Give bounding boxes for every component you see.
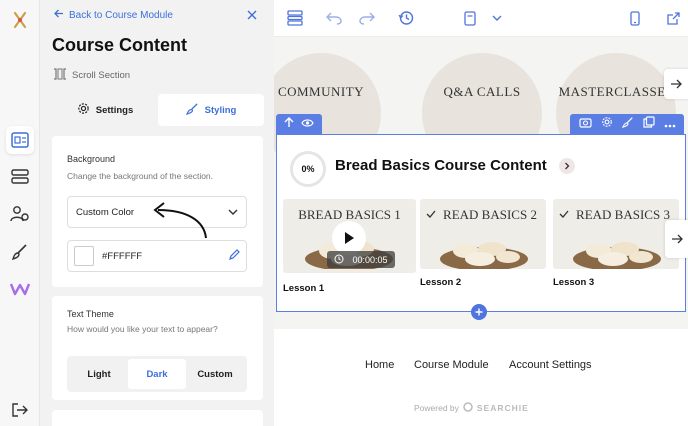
settings-panel: Back to Course Module Course Content Scr… <box>40 0 274 426</box>
brush-icon[interactable] <box>6 238 34 266</box>
tab-settings[interactable]: Settings <box>52 94 158 126</box>
brand-w-icon[interactable] <box>6 275 34 303</box>
back-link[interactable]: Back to Course Module <box>54 9 173 21</box>
panel-title: Course Content <box>52 35 187 55</box>
redo-icon[interactable] <box>358 9 376 27</box>
close-icon[interactable] <box>246 8 260 22</box>
duration-badge: 00:00:05 <box>327 251 395 268</box>
theme-custom-option[interactable]: Custom <box>186 359 244 389</box>
gear-icon <box>77 102 90 118</box>
page-icon[interactable] <box>461 9 479 27</box>
thumbnail-title: READ BASICS 3 <box>576 207 670 222</box>
logout-icon[interactable] <box>6 396 34 424</box>
mobile-preview-icon[interactable] <box>626 9 644 27</box>
background-card: Background Change the background of the … <box>52 136 263 287</box>
section-title: Bread Basics Course Content <box>335 157 547 174</box>
text-theme-label: Text Theme <box>67 309 114 319</box>
tab-styling-label: Styling <box>204 104 237 116</box>
page-footer: Home Course Module Account Settings Powe… <box>274 329 688 426</box>
left-rail <box>0 0 40 426</box>
chevron-down-icon[interactable] <box>488 9 506 27</box>
page-layout-icon[interactable] <box>6 126 34 154</box>
layers-icon[interactable] <box>286 9 304 27</box>
back-link-label: Back to Course Module <box>69 9 173 21</box>
footer-link-account-settings[interactable]: Account Settings <box>509 359 592 371</box>
tab-styling[interactable]: Styling <box>158 94 264 126</box>
chevron-down-icon <box>228 207 238 218</box>
footer-link-course-module[interactable]: Course Module <box>414 359 489 371</box>
footer-link-home[interactable]: Home <box>365 359 394 371</box>
color-value[interactable]: #FFFFFF <box>102 251 220 262</box>
app-logo-icon[interactable] <box>6 6 34 34</box>
brush-icon[interactable] <box>621 115 634 133</box>
progress-ring: 0% <box>290 151 326 187</box>
chevron-right-icon[interactable] <box>559 158 575 174</box>
clock-icon <box>334 254 344 266</box>
panel-tabs: Settings Styling <box>52 94 264 126</box>
course-content-section[interactable]: 0% Bread Basics Course Content BREAD BAS… <box>276 134 688 312</box>
duplicate-icon[interactable] <box>642 115 655 133</box>
gear-icon[interactable] <box>601 115 613 133</box>
lesson-card[interactable]: READ BASICS 3 Lesson 3 <box>553 199 679 288</box>
arrow-left-icon <box>54 9 64 21</box>
section-selection-bar <box>274 114 686 134</box>
lesson-title: Lesson 1 <box>283 283 325 294</box>
editor-area: COMMUNITY Q&A CALLS MASTERCLASSES 0% Bre… <box>274 0 688 426</box>
color-field[interactable]: #FFFFFF <box>67 240 247 272</box>
play-button[interactable] <box>332 221 366 255</box>
lesson-card[interactable]: READ BASICS 2 Lesson 2 <box>420 199 546 288</box>
next-card <box>52 410 263 426</box>
theme-dark-option[interactable]: Dark <box>128 359 186 389</box>
arrow-up-icon[interactable] <box>284 115 294 133</box>
text-theme-card: Text Theme How would you like your text … <box>52 296 263 400</box>
duration-text: 00:00:05 <box>352 254 388 265</box>
editor-toolbar <box>274 0 688 37</box>
theme-light-option[interactable]: Light <box>70 359 128 389</box>
background-select-value: Custom Color <box>76 206 135 218</box>
undo-icon[interactable] <box>325 9 343 27</box>
eye-icon[interactable] <box>301 115 314 133</box>
pointer-arrow-icon <box>153 202 207 239</box>
brush-icon <box>185 102 199 118</box>
lesson-card[interactable]: BREAD BASICS 1 00:00:05 Lesson 1 <box>283 199 416 294</box>
powered-by-brand: SEARCHIE <box>476 403 529 413</box>
carousel-next-button[interactable] <box>664 69 688 99</box>
text-theme-hint: How would you like your text to appear? <box>67 324 218 334</box>
tab-settings-label: Settings <box>95 104 134 116</box>
sections-icon[interactable] <box>6 163 34 191</box>
background-label: Background <box>67 154 116 164</box>
searchie-logo-icon <box>463 402 473 414</box>
page-canvas: COMMUNITY Q&A CALLS MASTERCLASSES 0% Bre… <box>274 37 688 426</box>
section-left-tools <box>276 114 322 134</box>
history-icon[interactable] <box>397 9 415 27</box>
lesson-thumbnail[interactable]: READ BASICS 2 <box>420 199 546 269</box>
powered-by: Powered by SEARCHIE <box>414 402 529 414</box>
pencil-icon[interactable] <box>228 248 240 264</box>
external-link-icon[interactable] <box>664 9 682 27</box>
section-right-tools <box>570 114 684 134</box>
bread-image <box>440 242 528 269</box>
more-options-icon[interactable] <box>664 115 676 133</box>
color-swatch[interactable] <box>74 246 94 266</box>
background-image-icon[interactable] <box>578 115 592 133</box>
background-hint: Change the background of the section. <box>67 171 214 181</box>
lesson-thumbnail[interactable]: BREAD BASICS 1 00:00:05 <box>283 199 416 273</box>
lesson-thumbnail[interactable]: READ BASICS 3 <box>553 199 679 269</box>
section-type: Scroll Section <box>53 68 130 83</box>
powered-by-text: Powered by <box>414 403 459 413</box>
lessons-next-button[interactable] <box>665 220 688 258</box>
lesson-title: Lesson 3 <box>553 277 595 288</box>
bread-image <box>573 242 661 269</box>
text-theme-toggle: Light Dark Custom <box>67 356 247 392</box>
lesson-title: Lesson 2 <box>420 277 462 288</box>
thumbnail-title: READ BASICS 2 <box>443 207 537 222</box>
section-type-label: Scroll Section <box>72 70 131 81</box>
add-section-button[interactable] <box>471 304 487 320</box>
users-settings-icon[interactable] <box>6 200 34 228</box>
scroll-section-icon <box>53 68 67 83</box>
